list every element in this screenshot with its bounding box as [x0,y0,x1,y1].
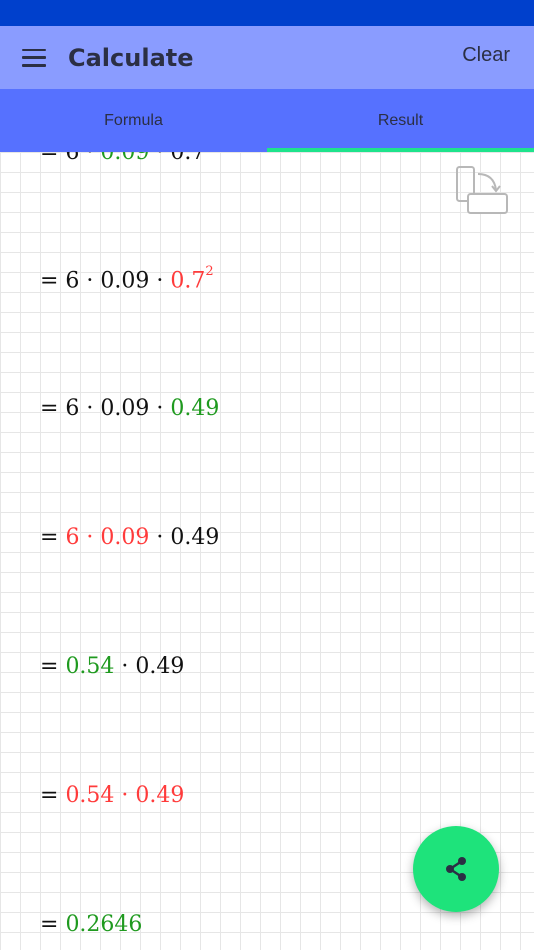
step-term: 6 · 0.09 [65,525,150,550]
step-term: = [40,783,66,808]
step-term: 0.7 [170,268,206,294]
clear-button[interactable]: Clear [462,44,510,67]
step-term: 0.49 [170,396,220,421]
step-term: 0.09 [100,152,150,165]
step-term: = [40,654,66,679]
step-term: 0.54 · 0.49 [65,783,185,808]
step-term: = [40,912,66,937]
step-term: 0.2646 [65,912,143,937]
share-icon [446,857,466,881]
step-line: = 0.54 · 0.49 [40,783,184,808]
tab-result[interactable]: Result [267,89,534,152]
step-line: = 6 · 0.09 · 0.49 [40,525,219,550]
step-line: = 6 · 0.09 · 0.72 [40,264,214,294]
hamburger-menu-icon[interactable] [22,48,46,67]
step-term: 2 [205,264,214,279]
app-bar: Calculate Clear [0,26,534,89]
tab-formula[interactable]: Formula [0,89,267,152]
tab-bar: Formula Result [0,89,534,152]
step-term: · 0.7 [149,152,206,165]
step-term: = 6 · 0.09 · [40,268,171,294]
step-term: · 0.49 [114,654,185,679]
step-line: = 0.2646 [40,912,142,937]
step-term: · 0.49 [149,525,220,550]
step-line: = 6 · 0.09 · 0.7 [40,152,205,165]
rotate-screen-icon[interactable] [454,164,510,218]
step-line: = 0.54 · 0.49 [40,654,184,679]
step-line: = 6 · 0.09 · 0.49 [40,396,219,421]
step-term: = 6 · [40,152,101,165]
share-button[interactable] [413,826,499,912]
step-term: 0.54 [65,654,115,679]
status-bar [0,0,534,26]
step-term: = [40,525,66,550]
page-title: Calculate [68,43,194,72]
step-term: = 6 · 0.09 · [40,396,171,421]
